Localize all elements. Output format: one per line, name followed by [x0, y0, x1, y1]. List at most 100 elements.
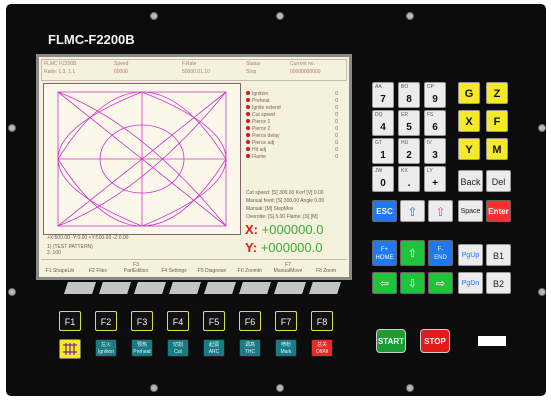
thc-key[interactable]: 调高 THC: [239, 339, 261, 357]
start-button[interactable]: START: [376, 329, 406, 353]
space-key[interactable]: Space: [458, 200, 483, 222]
status-line: Manual: [M] StepMov: [246, 206, 294, 212]
param-row: Cut speed 0: [246, 112, 346, 119]
key-m[interactable]: M: [486, 138, 508, 160]
preheat-key[interactable]: 预热 Preheat: [131, 339, 153, 357]
screw-icon: [8, 124, 16, 132]
screw-icon: [150, 12, 158, 20]
softkey-cap[interactable]: [134, 282, 166, 294]
status-dot-icon: [246, 98, 250, 102]
key-z[interactable]: Z: [486, 82, 508, 104]
f3-key[interactable]: F3: [131, 311, 153, 331]
f5-key[interactable]: F5: [203, 311, 225, 331]
back-key[interactable]: Back: [458, 170, 483, 192]
header-title: FLMC F2200B: [44, 61, 77, 67]
key-y[interactable]: Y: [458, 138, 480, 160]
f8-key[interactable]: F8: [311, 311, 333, 331]
status-dot-icon: [246, 91, 250, 95]
up-arrow-key[interactable]: ⇧: [400, 240, 425, 266]
key-3[interactable]: IV 3: [424, 138, 446, 164]
right-arrow-key[interactable]: ⇨: [428, 272, 453, 294]
key-5[interactable]: ER 5: [398, 110, 420, 136]
lcd-screen: FLMC F2200B Ratio: 1.3, 1.1 Speed 00000 …: [36, 54, 352, 280]
torch-mode-key[interactable]: [59, 339, 81, 359]
status-dot-icon: [246, 147, 250, 151]
enter-key[interactable]: Enter: [486, 200, 511, 222]
end-key[interactable]: F- END: [428, 240, 453, 266]
softkey-cap[interactable]: [99, 282, 131, 294]
status-line: Manual feed: [S] 300.00 Angle 0.00: [246, 198, 325, 204]
key-g[interactable]: G: [458, 82, 480, 104]
softkey-cap[interactable]: [274, 282, 306, 294]
del-key[interactable]: Del: [486, 170, 511, 192]
ignition-key[interactable]: 左火 Ignition: [95, 339, 117, 357]
key-4[interactable]: DQ 4: [372, 110, 394, 136]
status-dot-icon: [246, 112, 250, 116]
softkey-cap[interactable]: [204, 282, 236, 294]
b1-key[interactable]: B1: [486, 244, 511, 266]
mark-key[interactable]: 喷粉 Mark: [275, 339, 297, 357]
key-f[interactable]: F: [486, 110, 508, 132]
header-title: Status: [246, 61, 261, 67]
y-position-value: +000000.0: [260, 240, 323, 255]
screw-icon: [538, 288, 546, 296]
pgup-key[interactable]: PgUp: [458, 244, 483, 266]
key-9[interactable]: CP 9: [424, 82, 446, 108]
key-6[interactable]: FS 6: [424, 110, 446, 136]
key-1[interactable]: GT 1: [372, 138, 394, 164]
off-all-key[interactable]: 总关 OffAll: [311, 339, 333, 357]
softkey-bar: F1 ShapeLib F2 Files F3 PartEdition F4 Se…: [41, 259, 347, 276]
param-row: Pierce adj 0: [246, 140, 346, 147]
softkey-cap[interactable]: [309, 282, 341, 294]
pgdn-key[interactable]: PgDn: [458, 272, 483, 294]
key-x[interactable]: X: [458, 110, 480, 132]
b2-key[interactable]: B2: [486, 272, 511, 294]
arrow-left-icon: ⇦: [379, 278, 390, 290]
header-value: Stop: [246, 69, 257, 75]
screw-icon: [8, 288, 16, 296]
key-dot[interactable]: KX.: [398, 166, 420, 192]
torch-grid-icon: [63, 343, 77, 355]
f2-key[interactable]: F2: [95, 311, 117, 331]
key-7[interactable]: AA 7: [372, 82, 394, 108]
arrow-right-icon: ⇨: [435, 278, 446, 290]
status-line: Cut speed: [S] 300.00 Kerf [V] 0.00: [246, 190, 324, 196]
softkey-f1-label: F1 ShapeLib: [45, 268, 75, 274]
header-title: Current no.: [290, 61, 316, 67]
home-key[interactable]: F+ HOME: [372, 240, 397, 266]
stop-button[interactable]: STOP: [420, 329, 450, 353]
softkey-f4-label: F4 Settings: [161, 268, 187, 274]
position-readout: X: +000000.0 Y: +000000.0: [245, 221, 323, 257]
y-axis-label: Y:: [245, 240, 258, 255]
down-arrow-key[interactable]: ⇩: [400, 272, 425, 294]
softkey-f7-label: F7 ManualMove: [273, 262, 303, 274]
softkey-cap[interactable]: [239, 282, 271, 294]
cut-pattern-graphic: [57, 91, 227, 227]
program-line: 2. 100: [47, 250, 61, 256]
softkey-f6-label: F6 ZoomIn: [237, 268, 263, 274]
f4-key[interactable]: F4: [167, 311, 189, 331]
key-0[interactable]: JW 0: [372, 166, 394, 192]
f6-key[interactable]: F6: [239, 311, 261, 331]
param-row: Flame 0: [246, 154, 346, 161]
x-axis-label: X:: [245, 222, 258, 237]
key-8[interactable]: BO 8: [398, 82, 420, 108]
key-2[interactable]: HU 2: [398, 138, 420, 164]
up-arrow-pink-key[interactable]: ⇧: [428, 200, 453, 222]
esc-key[interactable]: ESC: [372, 200, 397, 222]
screw-icon: [406, 12, 414, 20]
screw-icon: [276, 384, 284, 392]
f7-key[interactable]: F7: [275, 311, 297, 331]
header-value: 50000.01.10: [182, 69, 210, 75]
key-plus[interactable]: LY +: [424, 166, 446, 192]
arc-key[interactable]: 起弧 ARC: [203, 339, 225, 357]
screen-header: FLMC F2200B Ratio: 1.3, 1.1 Speed 00000 …: [41, 59, 347, 81]
param-row: Preheat 0: [246, 98, 346, 105]
header-value: 00000: [114, 69, 128, 75]
cut-key[interactable]: 切割 Cut: [167, 339, 189, 357]
f1-key[interactable]: F1: [59, 311, 81, 331]
softkey-cap[interactable]: [169, 282, 201, 294]
softkey-cap[interactable]: [64, 282, 96, 294]
left-arrow-key[interactable]: ⇦: [372, 272, 397, 294]
up-arrow-blue-key[interactable]: ⇧: [400, 200, 425, 222]
